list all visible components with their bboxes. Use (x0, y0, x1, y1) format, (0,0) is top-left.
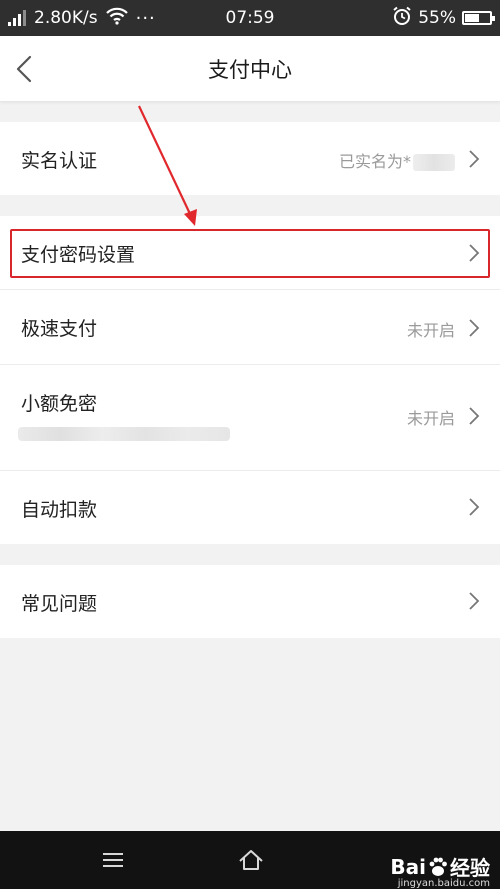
home-icon (239, 850, 263, 870)
baidu-watermark: Bai 经验 jingyan.baidu.com (390, 852, 490, 889)
status-time: 07:59 (225, 8, 275, 28)
chevron-right-icon (469, 150, 480, 168)
real-name-value-text: 已实名为* (338, 152, 411, 171)
group-help: 常见问题 (0, 565, 500, 638)
row-real-name[interactable]: 实名认证 已实名为* (0, 122, 500, 195)
watermark-url: jingyan.baidu.com (397, 878, 490, 889)
nav-bar: 支付中心 (0, 36, 500, 102)
baidu-paw-icon (429, 857, 447, 876)
row-auto-deduct[interactable]: 自动扣款 (0, 471, 500, 544)
alarm-icon (392, 6, 412, 31)
status-left: 2.80K/s ··· (8, 0, 156, 36)
row-small-free[interactable]: 小额免密 未开启 (0, 365, 500, 471)
group-payment: 支付密码设置 极速支付 未开启 小额免密 未开启 自动扣款 (0, 216, 500, 544)
chevron-right-icon (469, 407, 480, 425)
fast-pay-label: 极速支付 (21, 318, 98, 340)
wifi-icon (105, 7, 128, 30)
more-dots: ··· (135, 7, 156, 29)
chevron-left-icon (16, 55, 32, 83)
fast-pay-value: 未开启 (406, 321, 455, 340)
home-button[interactable] (236, 845, 266, 875)
group-identity: 实名认证 已实名为* (0, 122, 500, 195)
blurred-description (18, 427, 230, 441)
status-bar: 2.80K/s ··· 07:59 55% (0, 0, 500, 36)
small-free-value: 未开启 (406, 409, 455, 428)
real-name-value: 已实名为* (339, 148, 455, 172)
chevron-right-icon (469, 498, 480, 516)
menu-button[interactable] (98, 845, 128, 875)
small-free-label: 小额免密 (21, 393, 98, 415)
row-pay-password[interactable]: 支付密码设置 (0, 216, 500, 290)
chevron-right-icon (469, 244, 480, 262)
real-name-label: 实名认证 (21, 150, 98, 172)
row-faq[interactable]: 常见问题 (0, 565, 500, 638)
signal-icon (8, 10, 28, 26)
pay-password-label: 支付密码设置 (21, 244, 136, 266)
chevron-right-icon (469, 319, 480, 337)
faq-label: 常见问题 (21, 593, 98, 615)
battery-percent: 55% (418, 8, 456, 28)
watermark-suffix: 经验 (450, 856, 490, 880)
auto-deduct-label: 自动扣款 (21, 499, 98, 521)
menu-icon (103, 853, 123, 867)
battery-icon (462, 11, 495, 25)
network-speed: 2.80K/s (34, 8, 98, 28)
chevron-right-icon (469, 592, 480, 610)
back-button[interactable] (10, 49, 42, 89)
status-right: 55% (392, 0, 495, 36)
page-title: 支付中心 (208, 58, 292, 82)
blurred-name (413, 154, 455, 171)
row-fast-pay[interactable]: 极速支付 未开启 (0, 290, 500, 365)
watermark-prefix: Bai (390, 854, 426, 879)
system-nav-bar: Bai 经验 jingyan.baidu.com (0, 831, 500, 889)
